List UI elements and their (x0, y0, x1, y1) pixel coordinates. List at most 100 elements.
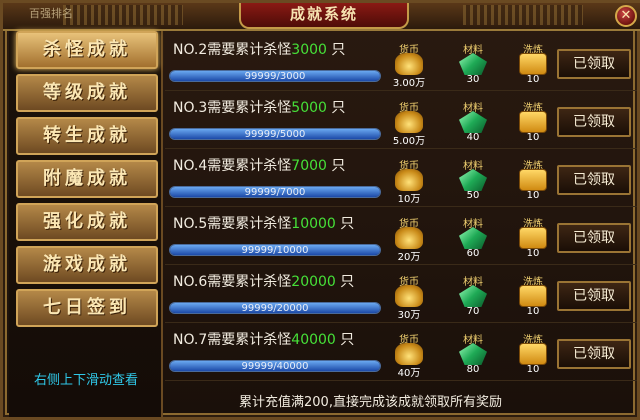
reward-gold[interactable]: 货币 3.00万 (387, 41, 431, 89)
progress-text: 99999/5000 (244, 129, 306, 140)
claimed-button[interactable]: 已领取 (557, 49, 631, 79)
window-title: 成就系统 (239, 3, 409, 29)
reward-material[interactable]: 材料 50 (451, 157, 495, 205)
close-button[interactable]: ✕ (615, 5, 637, 27)
reward-material[interactable]: 材料 60 (451, 215, 495, 263)
progress-text: 99999/3000 (244, 71, 306, 82)
corner-text: 百强排名 (29, 7, 73, 20)
row-prefix: NO.7需要累计杀怪 (173, 332, 292, 348)
row-prefix: NO.6需要累计杀怪 (173, 274, 292, 290)
wash-scroll-icon (519, 343, 547, 365)
reward-amount: 70 (466, 306, 480, 317)
sidebar-tab-6[interactable]: 七日签到 (16, 289, 158, 327)
progress-bar: 99999/7000 (169, 186, 381, 198)
row-suffix: 只 (331, 42, 346, 58)
progress-text: 99999/7000 (244, 187, 306, 198)
reward-amount: 10 (526, 248, 540, 259)
progress-bar: 99999/5000 (169, 128, 381, 140)
title-ornament-right (463, 5, 583, 25)
wash-scroll-icon (519, 111, 547, 133)
progress-bar: 99999/10000 (169, 244, 381, 256)
reward-amount: 10 (526, 364, 540, 375)
sidebar-tab-3[interactable]: 附魔成就 (16, 160, 158, 198)
row-suffix: 只 (340, 216, 355, 232)
row-title: NO.6需要累计杀怪20000 只 (173, 271, 354, 291)
row-title: NO.2需要累计杀怪3000 只 (173, 39, 345, 59)
progress-text: 99999/10000 (241, 245, 309, 256)
reward-amount: 10 (526, 190, 540, 201)
reward-wash[interactable]: 洗炼 10 (511, 215, 555, 263)
scroll-hint: 右侧上下滑动查看 (33, 373, 138, 388)
reward-amount: 5.00万 (392, 136, 426, 147)
material-gem-icon (459, 111, 487, 133)
achievement-row: NO.3需要累计杀怪5000 只 99999/5000 货币 5.00万 材料 40 洗炼 1… (165, 91, 637, 149)
row-title: NO.5需要累计杀怪10000 只 (173, 213, 354, 233)
sidebar-tab-4[interactable]: 强化成就 (16, 203, 158, 241)
reward-wash[interactable]: 洗炼 10 (511, 273, 555, 321)
progress-bar: 99999/40000 (169, 360, 381, 372)
reward-material[interactable]: 材料 80 (451, 331, 495, 379)
achievement-row: NO.5需要累计杀怪10000 只 99999/10000 货币 20万 材料 60 洗炼 1… (165, 207, 637, 265)
row-prefix: NO.4需要累计杀怪 (173, 158, 292, 174)
reward-amount: 40万 (397, 368, 421, 379)
reward-amount: 50 (466, 190, 480, 201)
achievement-window: 百强排名 成就系统 ✕ 杀怪成就等级成就转生成就附魔成就强化成就游戏成就七日签到… (0, 0, 640, 420)
progress-text: 99999/20000 (241, 303, 309, 314)
claimed-button[interactable]: 已领取 (557, 165, 631, 195)
reward-material[interactable]: 材料 70 (451, 273, 495, 321)
claimed-button[interactable]: 已领取 (557, 107, 631, 137)
reward-amount: 10 (526, 74, 540, 85)
row-suffix: 只 (340, 332, 355, 348)
reward-amount: 40 (466, 132, 480, 143)
claimed-button[interactable]: 已领取 (557, 223, 631, 253)
reward-wash[interactable]: 洗炼 10 (511, 331, 555, 379)
reward-amount: 10 (526, 306, 540, 317)
reward-amount: 30 (466, 74, 480, 85)
material-gem-icon (459, 227, 487, 249)
reward-wash[interactable]: 洗炼 10 (511, 99, 555, 147)
row-title: NO.3需要累计杀怪5000 只 (173, 97, 345, 117)
row-prefix: NO.2需要累计杀怪 (173, 42, 292, 58)
kill-target: 20000 (291, 274, 336, 290)
reward-material[interactable]: 材料 40 (451, 99, 495, 147)
category-sidebar: 杀怪成就等级成就转生成就附魔成就强化成就游戏成就七日签到 右侧上下滑动查看 (9, 31, 163, 417)
reward-gold[interactable]: 货币 20万 (387, 215, 431, 263)
achievement-list[interactable]: NO.2需要累计杀怪3000 只 99999/3000 货币 3.00万 材料 30 洗炼 1… (165, 33, 637, 381)
reward-gold[interactable]: 货币 40万 (387, 331, 431, 379)
kill-target: 7000 (291, 158, 327, 174)
reward-gold[interactable]: 货币 30万 (387, 273, 431, 321)
claimed-button[interactable]: 已领取 (557, 281, 631, 311)
wash-scroll-icon (519, 285, 547, 307)
reward-amount: 10 (526, 132, 540, 143)
row-suffix: 只 (340, 274, 355, 290)
row-prefix: NO.3需要累计杀怪 (173, 100, 292, 116)
gold-ingot-icon (395, 169, 423, 191)
title-bar: 百强排名 成就系统 ✕ (3, 3, 640, 31)
footer-notice: 累计充值满200,直接完成该成就领取所有奖励 (239, 395, 502, 410)
achievement-row: NO.4需要累计杀怪7000 只 99999/7000 货币 10万 材料 50 洗炼 10 已… (165, 149, 637, 207)
row-suffix: 只 (331, 100, 346, 116)
reward-amount: 3.00万 (392, 78, 426, 89)
claimed-button[interactable]: 已领取 (557, 339, 631, 369)
kill-target: 10000 (291, 216, 336, 232)
achievement-row: NO.2需要累计杀怪3000 只 99999/3000 货币 3.00万 材料 30 洗炼 1… (165, 33, 637, 91)
sidebar-tab-5[interactable]: 游戏成就 (16, 246, 158, 284)
sidebar-tab-0[interactable]: 杀怪成就 (16, 31, 158, 69)
row-title: NO.7需要累计杀怪40000 只 (173, 329, 354, 349)
sidebar-tab-2[interactable]: 转生成就 (16, 117, 158, 155)
title-ornament-left (63, 5, 183, 25)
material-gem-icon (459, 53, 487, 75)
row-prefix: NO.5需要累计杀怪 (173, 216, 292, 232)
progress-bar: 99999/3000 (169, 70, 381, 82)
reward-wash[interactable]: 洗炼 10 (511, 157, 555, 205)
reward-wash[interactable]: 洗炼 10 (511, 41, 555, 89)
reward-gold[interactable]: 货币 5.00万 (387, 99, 431, 147)
reward-gold[interactable]: 货币 10万 (387, 157, 431, 205)
reward-material[interactable]: 材料 30 (451, 41, 495, 89)
achievement-row: NO.7需要累计杀怪40000 只 99999/40000 货币 40万 材料 80 洗炼 1… (165, 323, 637, 381)
material-gem-icon (459, 343, 487, 365)
sidebar-tab-1[interactable]: 等级成就 (16, 74, 158, 112)
gold-ingot-icon (395, 53, 423, 75)
wash-scroll-icon (519, 169, 547, 191)
kill-target: 3000 (291, 42, 327, 58)
